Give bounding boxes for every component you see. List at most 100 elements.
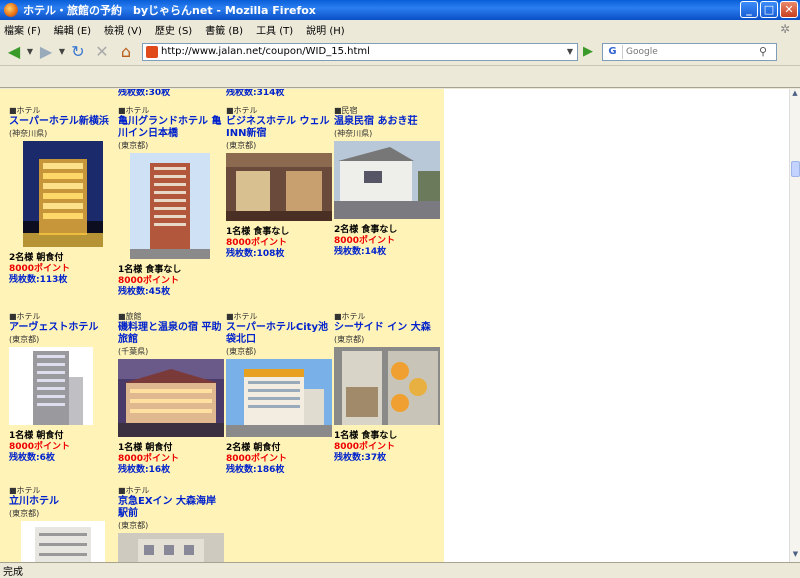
back-history-dropdown-icon[interactable]: ▼ (26, 41, 34, 63)
hotel-card: ■ホテル 京急EXイン 大森海岸駅前 (東京都) (118, 485, 226, 562)
hotel-card: ■ホテル アーヴェストホテル (東京都) 1名様 朝食付 8000ポイント 残枚… (9, 311, 117, 464)
menu-history[interactable]: 歷史 (S) (155, 22, 192, 37)
url-dropdown-icon[interactable]: ▼ (563, 47, 577, 56)
hotel-category: ■民宿 (334, 106, 358, 115)
hotel-region: (神奈川県) (9, 129, 48, 138)
search-box[interactable]: G ⚲ (602, 42, 777, 61)
hotel-photo[interactable] (9, 347, 93, 425)
hotel-region: (神奈川県) (334, 129, 373, 138)
points-price: 8000ポイント (226, 454, 288, 464)
url-text[interactable]: http://www.jalan.net/coupon/WID_15.html (161, 46, 563, 57)
hotel-name-link[interactable]: シーサイド イン 大森 (334, 322, 442, 334)
remaining-count: 残枚数:186枚 (226, 465, 285, 475)
hotel-name-link[interactable]: 立川ホテル (9, 496, 117, 508)
status-bar: 完成 (0, 562, 800, 578)
hotel-name-link[interactable]: 亀川グランドホテル 亀川イン日本橋 (118, 116, 226, 140)
window-title: ホテル・旅館の予約 byじゃらんnet - Mozilla Firefox (23, 4, 316, 17)
minimize-button[interactable]: _ (740, 1, 758, 18)
remaining-count: 残枚数:37枚 (334, 453, 387, 463)
search-icon[interactable]: ⚲ (754, 45, 772, 58)
points-price: 8000ポイント (9, 264, 71, 274)
reload-button[interactable]: ↻ (66, 41, 90, 63)
address-bar[interactable]: http://www.jalan.net/coupon/WID_15.html … (142, 42, 578, 61)
hotel-card: ■旅館 磯料理と温泉の宿 平助旅館 (千葉県) 1名様 朝食付 8000ポイント… (118, 311, 226, 476)
hotel-photo[interactable] (334, 347, 440, 425)
menu-bar: 檔案 (F) 編輯 (E) 檢視 (V) 歷史 (S) 書籤 (B) 工具 (T… (0, 20, 800, 38)
close-button[interactable]: ✕ (780, 1, 798, 18)
hotel-name-link[interactable]: 磯料理と温泉の宿 平助旅館 (118, 322, 226, 346)
hotel-name-link[interactable]: アーヴェストホテル (9, 322, 117, 334)
hotel-photo[interactable] (334, 141, 440, 219)
remaining-count: 残枚数:16枚 (118, 465, 171, 475)
hotel-name-link[interactable]: スーパーホテル新横浜 (9, 116, 117, 128)
hotel-name-link[interactable]: スーパーホテルCity池袋北口 (226, 322, 334, 346)
scrollbar-thumb[interactable] (791, 161, 800, 177)
hotel-region: (東京都) (9, 509, 40, 518)
hotel-card: ■ホテル スーパーホテルCity池袋北口 (東京都) 2名様 朝食付 8000ポ… (226, 311, 334, 476)
hotel-name-link[interactable]: 京急EXイン 大森海岸駅前 (118, 496, 226, 520)
page-viewport: 残枚数:30枚 残枚数:314枚 ■ホテル スーパーホテル新横浜 (神奈川県) … (0, 89, 789, 562)
home-button[interactable]: ⌂ (114, 41, 138, 63)
hotel-photo[interactable] (118, 359, 224, 437)
hotel-region: (東京都) (118, 141, 149, 150)
hotel-region: (東京都) (226, 347, 257, 356)
room-plan: 2名様 朝食付 (9, 253, 64, 263)
hotel-name-link[interactable]: 温泉民宿 あおき荘 (334, 116, 442, 128)
remaining-count: 残枚数:108枚 (226, 249, 285, 259)
hotel-card: ■民宿 温泉民宿 あおき荘 (神奈川県) 2名様 食事なし 8000ポイント 残… (334, 105, 442, 258)
room-plan: 1名様 食事なし (118, 265, 182, 275)
remaining-count: 残枚数:45枚 (118, 287, 171, 297)
hotel-photo[interactable] (23, 141, 103, 247)
hotel-photo[interactable] (118, 533, 224, 562)
hotel-card: ■ホテル シーサイド イン 大森 (東京都) 1名様 食事なし 8000ポイント… (334, 311, 442, 464)
remaining-count: 残枚数:6枚 (9, 453, 55, 463)
go-button[interactable]: ▶ (578, 43, 598, 61)
hotel-category: ■ホテル (9, 312, 41, 321)
hotel-category: ■旅館 (118, 312, 142, 321)
points-price: 8000ポイント (118, 276, 180, 286)
points-price: 8000ポイント (9, 442, 71, 452)
hotel-region: (千葉県) (118, 347, 149, 356)
back-button[interactable]: ◀ (2, 41, 26, 63)
hotel-card: ■ホテル スーパーホテル新横浜 (神奈川県) 2名様 朝食付 8000ポイント … (9, 105, 117, 286)
hotel-name-link[interactable]: ビジネスホテル ウェル INN新宿 (226, 116, 334, 140)
vertical-scrollbar[interactable]: ▲ ▼ (789, 89, 800, 562)
room-plan: 2名様 朝食付 (226, 443, 281, 453)
menu-tools[interactable]: 工具 (T) (256, 22, 293, 37)
hotel-card: ■ホテル ビジネスホテル ウェル INN新宿 (東京都) 1名様 食事なし 80… (226, 105, 334, 260)
room-plan: 1名様 朝食付 (9, 431, 64, 441)
remaining-count: 残枚数:113枚 (9, 275, 68, 285)
menu-view[interactable]: 檢視 (V) (104, 22, 142, 37)
menu-edit[interactable]: 編輯 (E) (54, 22, 91, 37)
hotel-photo[interactable] (226, 153, 332, 221)
hotel-photo[interactable] (226, 359, 332, 437)
points-price: 8000ポイント (118, 454, 180, 464)
hotel-card: ■ホテル 立川ホテル (東京都) (9, 485, 117, 562)
hotel-photo[interactable] (21, 521, 105, 562)
status-text: 完成 (3, 566, 23, 578)
search-input[interactable] (626, 46, 754, 57)
points-price: 8000ポイント (226, 238, 288, 248)
forward-button[interactable]: ▶ (34, 41, 58, 63)
menu-help[interactable]: 說明 (H) (306, 22, 345, 37)
scroll-down-icon[interactable]: ▼ (790, 550, 800, 562)
hotel-category: ■ホテル (9, 486, 41, 495)
menu-file[interactable]: 檔案 (F) (4, 22, 41, 37)
hotel-region: (東京都) (9, 335, 40, 344)
scroll-up-icon[interactable]: ▲ (790, 89, 800, 101)
forward-history-dropdown-icon[interactable]: ▼ (58, 41, 66, 63)
menu-bookmarks[interactable]: 書籤 (B) (205, 22, 243, 37)
site-favicon-icon (146, 45, 158, 58)
hotel-region: (東京都) (334, 335, 365, 344)
points-price: 8000ポイント (334, 236, 396, 246)
points-price: 8000ポイント (334, 442, 396, 452)
search-engine-icon[interactable]: G (603, 44, 623, 59)
hotel-photo[interactable] (130, 153, 210, 259)
stop-button[interactable]: ✕ (90, 41, 114, 63)
room-plan: 2名様 食事なし (334, 225, 398, 235)
hotel-category: ■ホテル (226, 312, 258, 321)
maximize-button[interactable]: □ (760, 1, 778, 18)
hotel-category: ■ホテル (334, 312, 366, 321)
window-titlebar: ホテル・旅館の予約 byじゃらんnet - Mozilla Firefox _ … (0, 0, 800, 20)
coupon-list: 残枚数:30枚 残枚数:314枚 ■ホテル スーパーホテル新横浜 (神奈川県) … (0, 89, 444, 562)
